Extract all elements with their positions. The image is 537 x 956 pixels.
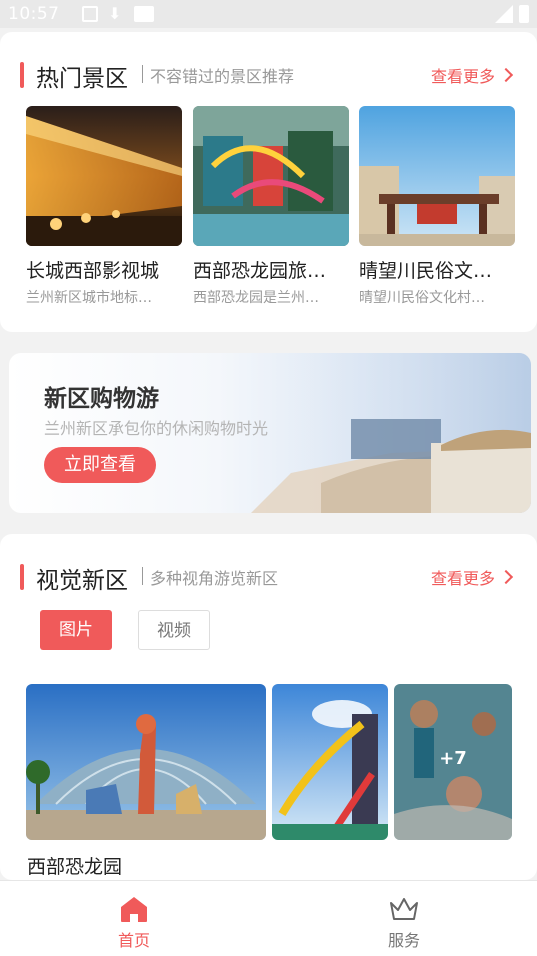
download-icon: ⬇ [108,4,122,23]
spot-desc: 西部恐龙园是兰州… [193,290,319,306]
section-accent-bar [20,564,24,590]
spot-image [359,106,515,246]
status-system-icons [495,5,529,23]
signal-icon [495,5,513,23]
hot-spots-subtitle: 不容错过的景区推荐 [150,67,295,86]
spot-name: 晴望川民俗文… [359,260,493,282]
gallery-image[interactable] [272,684,388,840]
notification-icon [82,6,98,22]
tabbar-home-label: 首页 [117,931,150,950]
spot-name: 长城西部影视城 [26,260,160,282]
spot-name: 西部恐龙园旅… [193,260,327,282]
chevron-right-icon [498,67,514,83]
status-notification-icons: ⬇ [82,6,154,22]
title-separator [142,567,143,585]
chevron-right-icon [498,569,514,585]
banner-title: 新区购物游 [44,386,159,412]
tabbar-services-label: 服务 [387,931,420,950]
battery-icon [519,5,529,23]
tab-photos[interactable]: 图片 [40,610,112,650]
app-icon [134,6,154,22]
spot-desc: 兰州新区城市地标… [26,290,152,306]
hot-spots-title: 热门景区 [36,66,128,92]
mall-illustration [231,353,531,513]
section-accent-bar [20,62,24,88]
title-separator [142,65,143,83]
visual-more-link[interactable]: 查看更多 [430,565,514,589]
more-photos-count: +7 [439,748,467,769]
spot-desc: 晴望川民俗文化村… [359,290,485,306]
media-tabs: 图片 视频 [40,610,210,650]
status-bar: 10:57 ⬇ [0,0,537,28]
gallery-image[interactable] [26,684,266,840]
visual-district-card: 视觉新区 多种视角游览新区 查看更多 图片 视频 +7 西部恐龙园 [0,534,537,880]
home-icon [121,897,147,922]
spot-image [193,106,349,246]
spot-card[interactable]: 西部恐龙园旅… 西部恐龙园是兰州… [193,106,349,307]
view-now-button[interactable]: 立即查看 [44,447,156,483]
bottom-tab-bar: 首页 服务 [0,880,537,956]
tabbar-home[interactable]: 首页 [94,895,174,951]
gallery-image-more[interactable]: +7 [394,684,512,840]
hot-spots-more-link[interactable]: 查看更多 [430,63,514,87]
photo-gallery: +7 [26,684,512,840]
hot-spots-header: 热门景区 不容错过的景区推荐 查看更多 [20,60,517,92]
crown-icon [390,898,418,920]
hot-spots-card: 热门景区 不容错过的景区推荐 查看更多 长城西部影视城 兰州新区城市地标… 西部… [0,32,537,332]
more-link-label: 查看更多 [430,569,495,588]
spot-card[interactable]: 长城西部影视城 兰州新区城市地标… [26,106,182,307]
more-link-label: 查看更多 [430,67,495,86]
gallery-title: 西部恐龙园 [27,856,123,878]
status-time: 10:57 [8,4,60,24]
visual-title: 视觉新区 [36,568,128,594]
banner-subtitle: 兰州新区承包你的休闲购物时光 [44,419,269,438]
visual-subtitle: 多种视角游览新区 [150,569,279,588]
spot-image [26,106,182,246]
tabbar-services[interactable]: 服务 [364,895,444,951]
visual-header: 视觉新区 多种视角游览新区 查看更多 [20,562,517,594]
shopping-banner[interactable]: 新区购物游 兰州新区承包你的休闲购物时光 立即查看 [9,353,531,513]
hot-spots-list: 长城西部影视城 兰州新区城市地标… 西部恐龙园旅… 西部恐龙园是兰州… 晴望川民… [26,106,516,316]
spot-card[interactable]: 晴望川民俗文… 晴望川民俗文化村… [359,106,515,307]
tab-videos[interactable]: 视频 [138,610,210,650]
